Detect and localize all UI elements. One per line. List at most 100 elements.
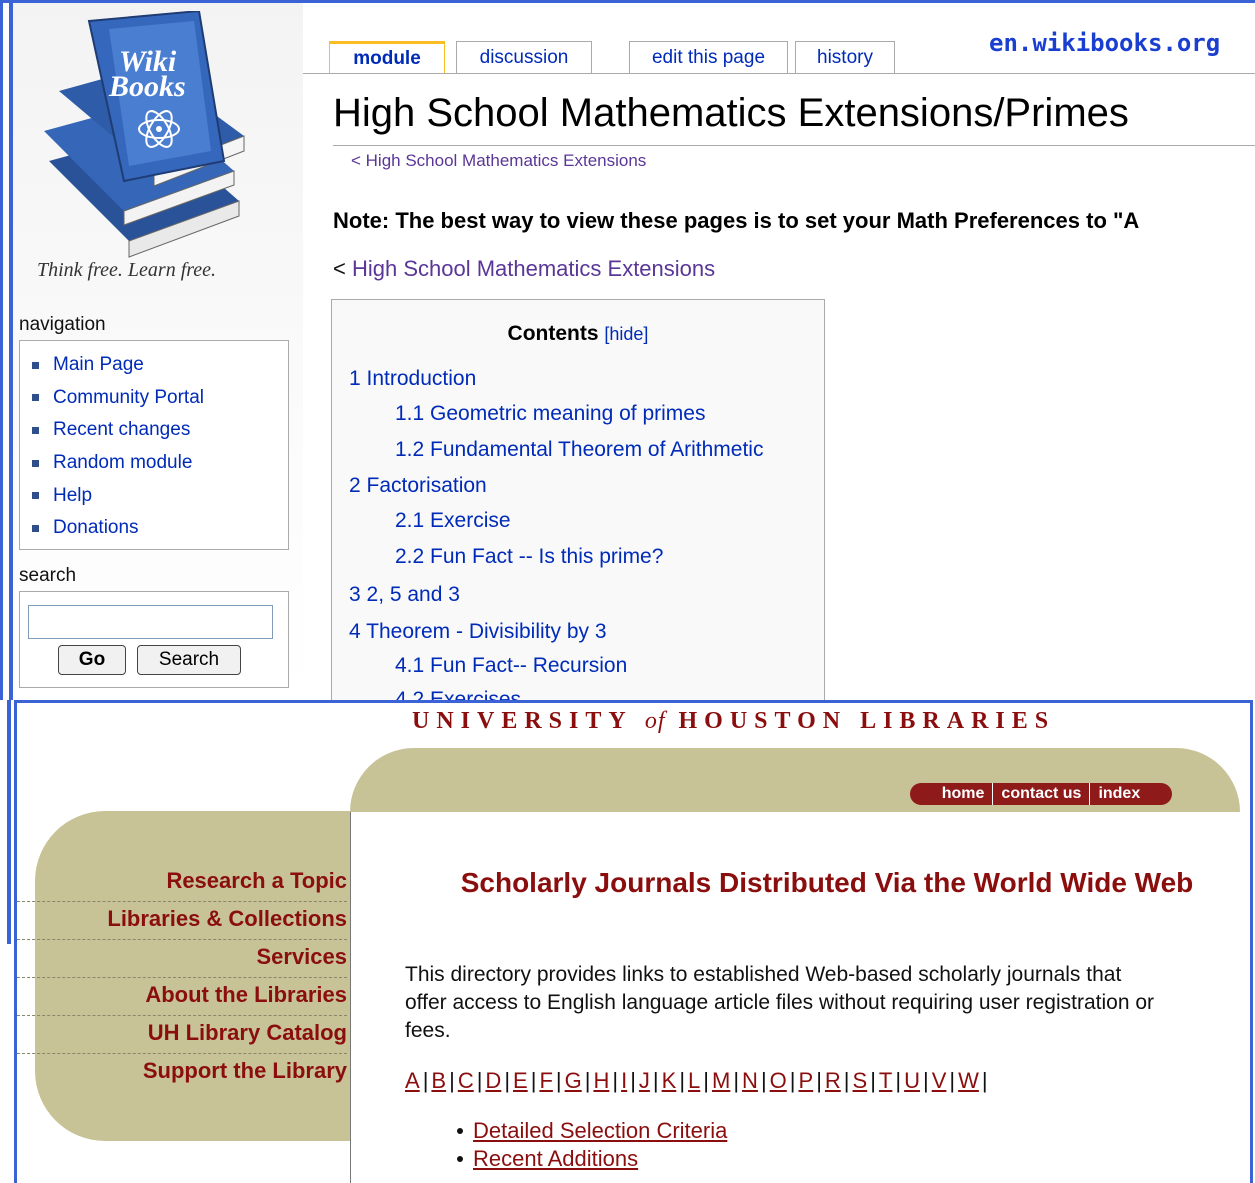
letter-separator: | <box>789 1068 796 1093</box>
alphabet-index: A | B | C | D | E | F | G | H | I | J | K | L | M | N | O | P | R | S | T | U |… <box>405 1068 991 1094</box>
letter-link-o[interactable]: O <box>770 1068 787 1093</box>
tab-history[interactable]: history <box>795 41 895 74</box>
letter-separator: | <box>530 1068 537 1093</box>
letter-link-b[interactable]: B <box>431 1068 446 1093</box>
detailed-selection-criteria-link[interactable]: Detailed Selection Criteria <box>473 1118 727 1144</box>
list-item[interactable]: Detailed Selection Criteria <box>457 1117 727 1145</box>
search-title: search <box>19 565 77 586</box>
letter-link-m[interactable]: M <box>712 1068 730 1093</box>
breadcrumb[interactable]: < High School Mathematics Extensions <box>351 151 646 171</box>
bullet-icon <box>32 492 39 500</box>
letter-separator: | <box>555 1068 562 1093</box>
letter-separator: | <box>949 1068 956 1093</box>
letter-separator: | <box>922 1068 929 1093</box>
letter-link-a[interactable]: A <box>405 1068 420 1093</box>
wiki-tagline: Think free. Learn free. <box>37 259 217 281</box>
letter-separator: | <box>703 1068 709 1093</box>
nav-item-random-module[interactable]: Random module <box>20 447 288 480</box>
toc-item[interactable]: 1.2 Fundamental Theorem of Arithmetic <box>395 438 763 462</box>
side-nav-divider <box>17 1015 347 1016</box>
letter-separator: | <box>584 1068 591 1093</box>
bullet-icon <box>32 394 39 402</box>
letter-link-h[interactable]: H <box>593 1068 609 1093</box>
nav-contact-us-link[interactable]: contact us <box>993 785 1089 803</box>
letter-link-d[interactable]: D <box>485 1068 501 1093</box>
tab-module[interactable]: module <box>329 41 445 74</box>
side-nav-about-the-libraries[interactable]: About the Libraries <box>145 982 350 1008</box>
letter-link-j[interactable]: J <box>639 1068 650 1093</box>
letter-link-v[interactable]: V <box>932 1068 947 1093</box>
bullet-icon <box>457 1128 463 1134</box>
letter-separator: | <box>612 1068 619 1093</box>
side-nav-support-the-library[interactable]: Support the Library <box>143 1058 350 1084</box>
uh-top-nav: home contact us index <box>910 783 1172 805</box>
tab-discussion[interactable]: discussion <box>456 41 592 74</box>
letter-link-r[interactable]: R <box>825 1068 841 1093</box>
bullet-icon <box>32 459 39 467</box>
letter-link-k[interactable]: K <box>662 1068 677 1093</box>
letter-link-p[interactable]: P <box>799 1068 814 1093</box>
letter-link-l[interactable]: L <box>688 1068 700 1093</box>
side-nav-divider <box>17 1053 347 1054</box>
letter-separator: | <box>816 1068 822 1093</box>
toc-title: Contents [hide] <box>507 322 649 345</box>
page-heading: Scholarly Journals Distributed Via the W… <box>460 867 1194 898</box>
toc-item[interactable]: 3 2, 5 and 3 <box>349 583 460 607</box>
site-url: en.wikibooks.org <box>989 29 1221 57</box>
side-nav-divider <box>17 939 347 940</box>
nav-item-main-page[interactable]: Main Page <box>20 349 288 382</box>
letter-link-c[interactable]: C <box>458 1068 474 1093</box>
letter-link-s[interactable]: S <box>853 1068 868 1093</box>
parent-page-link[interactable]: < High School Mathematics Extensions <box>333 256 715 282</box>
nav-index-link[interactable]: index <box>1090 785 1148 803</box>
toc-item[interactable]: 4.2 Exercises <box>395 688 521 700</box>
bullet-icon <box>32 426 39 434</box>
letter-link-w[interactable]: W <box>958 1068 979 1093</box>
side-nav-uh-library-catalog[interactable]: UH Library Catalog <box>148 1020 350 1046</box>
nav-item-donations[interactable]: Donations <box>20 512 288 545</box>
nav-item-help[interactable]: Help <box>20 479 288 512</box>
letter-separator: | <box>760 1068 767 1093</box>
nav-home-link[interactable]: home <box>934 785 993 803</box>
tab-edit-this-page[interactable]: edit this page <box>629 41 788 74</box>
letter-link-t[interactable]: T <box>879 1068 892 1093</box>
directory-description: This directory provides links to establi… <box>405 963 1155 1042</box>
toc-item[interactable]: 4.1 Fun Fact-- Recursion <box>395 654 627 678</box>
wikibooks-screenshot: Wiki Books Think free. Learn free. navig… <box>0 0 1255 700</box>
letter-link-g[interactable]: G <box>565 1068 582 1093</box>
letter-link-n[interactable]: N <box>742 1068 758 1093</box>
toc-item[interactable]: 2.2 Fun Fact -- Is this prime? <box>395 545 663 569</box>
uh-libraries-screenshot: UNIVERSITY of HOUSTON LIBRARIES home con… <box>14 700 1253 1183</box>
page-title: High School Mathematics Extensions/Prime… <box>333 91 1129 135</box>
toc-item[interactable]: 2 Factorisation <box>349 474 487 498</box>
search-input[interactable] <box>28 605 273 639</box>
recent-additions-link[interactable]: Recent Additions <box>473 1146 638 1172</box>
letter-separator: | <box>843 1068 850 1093</box>
letter-link-e[interactable]: E <box>513 1068 528 1093</box>
bullet-icon <box>32 361 39 369</box>
tab-divider <box>303 73 1255 74</box>
toc-hide-link[interactable]: [hide] <box>604 324 648 344</box>
letter-separator: | <box>895 1068 902 1093</box>
side-nav-services[interactable]: Services <box>256 944 350 970</box>
side-nav-research-a-topic[interactable]: Research a Topic <box>166 868 350 894</box>
toc-item[interactable]: 2.1 Exercise <box>395 509 511 533</box>
nav-item-community-portal[interactable]: Community Portal <box>20 382 288 415</box>
parent-page-link-text[interactable]: High School Mathematics Extensions <box>352 256 715 281</box>
svg-text:Books: Books <box>108 70 186 103</box>
side-nav-divider <box>17 977 347 978</box>
toc-item[interactable]: 1 Introduction <box>349 367 476 391</box>
wikibooks-logo-icon[interactable]: Wiki Books <box>29 11 279 259</box>
toc-item[interactable]: 4 Theorem - Divisibility by 3 <box>349 620 607 644</box>
bullet-icon <box>457 1156 463 1162</box>
toc-item[interactable]: 1.1 Geometric meaning of primes <box>395 402 705 426</box>
letter-link-f[interactable]: F <box>539 1068 552 1093</box>
go-button[interactable]: Go <box>58 645 126 675</box>
letter-separator: | <box>504 1068 511 1093</box>
list-item[interactable]: Recent Additions <box>457 1145 727 1173</box>
letter-link-u[interactable]: U <box>904 1068 920 1093</box>
side-nav-libraries-collections[interactable]: Libraries & Collections <box>107 906 350 932</box>
nav-item-recent-changes[interactable]: Recent changes <box>20 414 288 447</box>
letter-separator: | <box>652 1068 659 1093</box>
search-button[interactable]: Search <box>137 645 241 675</box>
